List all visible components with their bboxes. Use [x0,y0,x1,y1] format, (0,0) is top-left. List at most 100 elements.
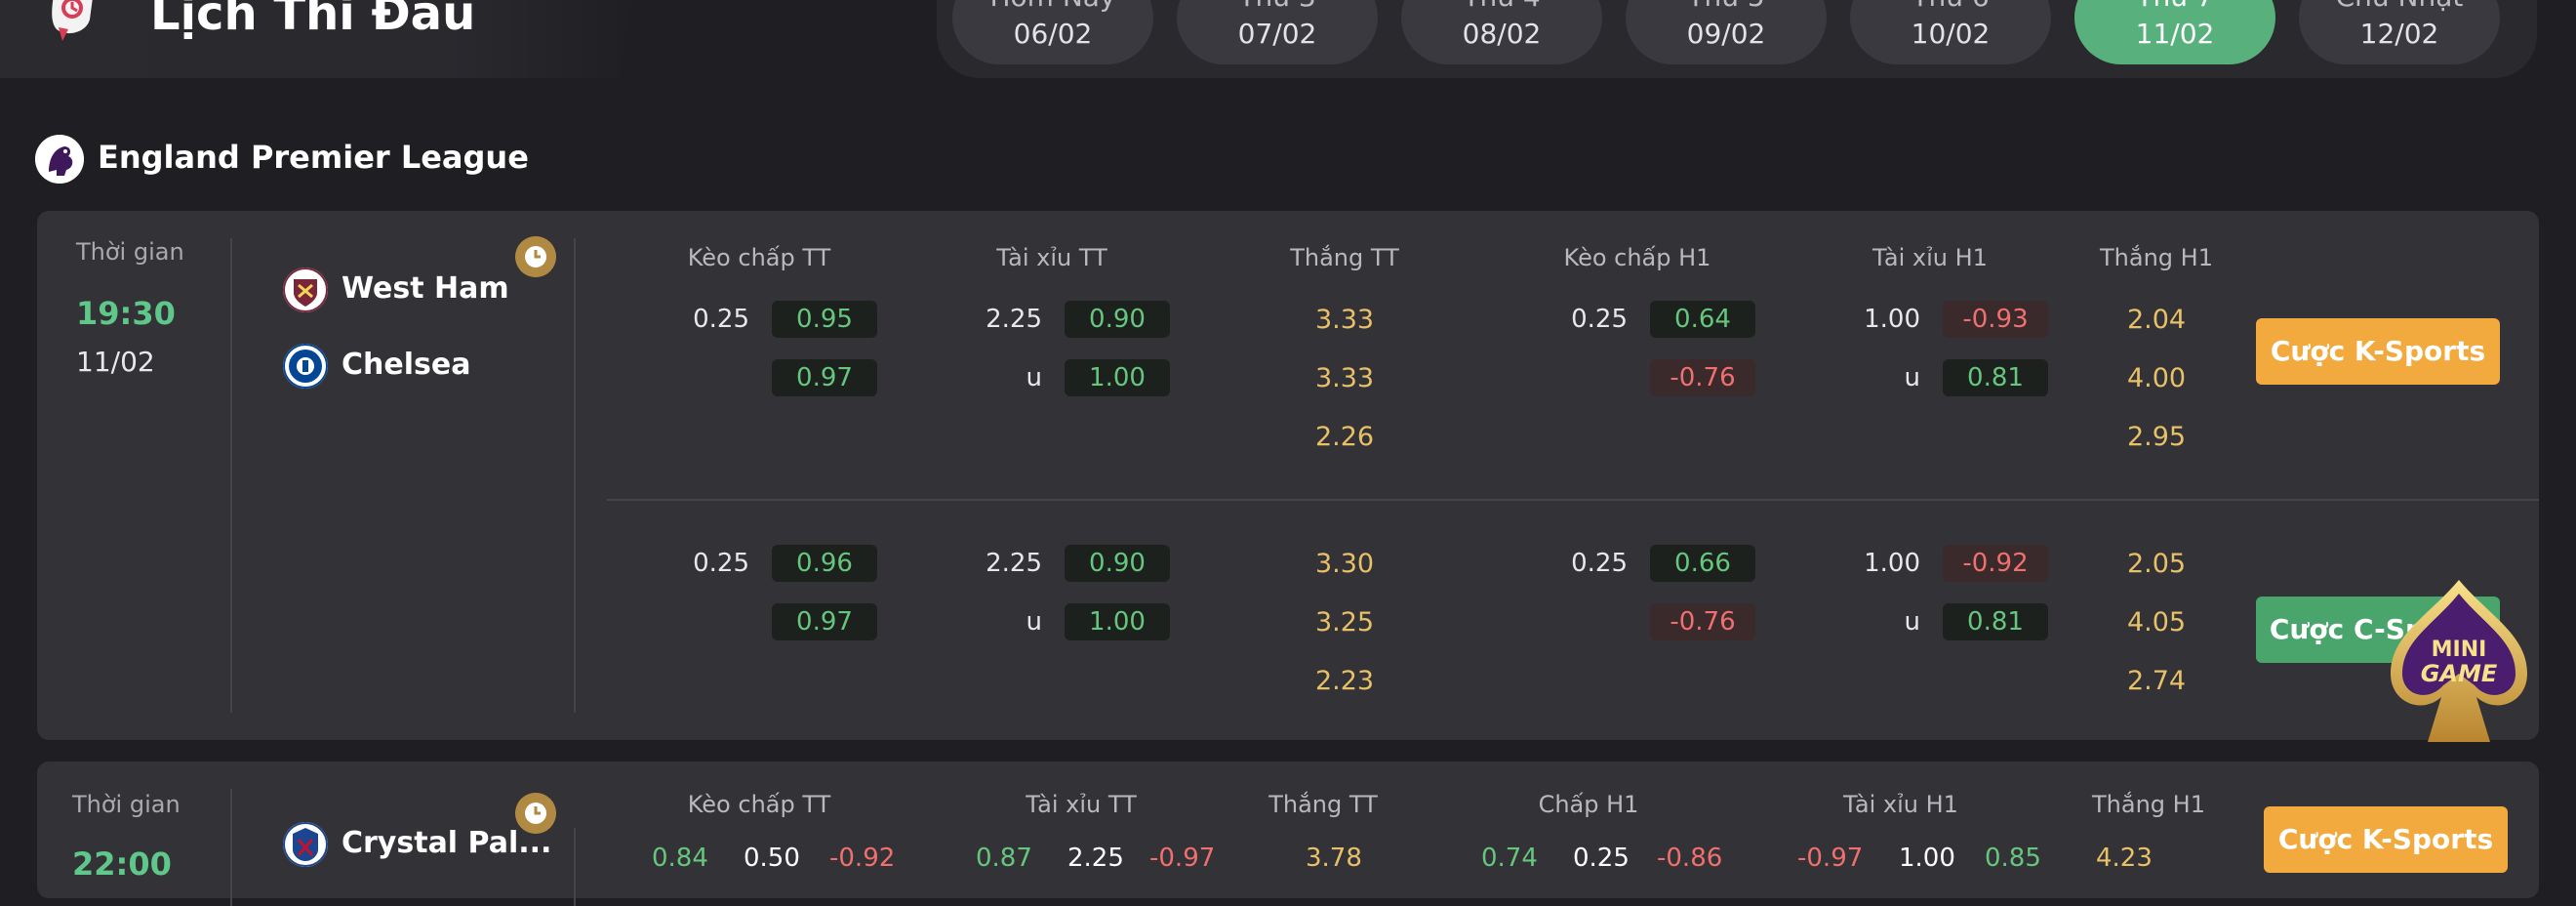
clock-icon[interactable] [515,236,556,277]
row-divider [607,499,2539,501]
odds-button[interactable]: 0.97 [772,359,877,396]
col-header-handicap-h1: Kèo chấp H1 [1563,244,1711,271]
date-pill-sun[interactable]: Chủ Nhật 12/02 [2299,0,2500,64]
odds-button[interactable]: -0.92 [1943,545,2048,582]
clock-icon[interactable] [515,793,556,834]
col-header-handicap-ft: Kèo chấp TT [687,791,831,818]
odds-button[interactable]: 0.97 [772,603,877,640]
mini-game-spade-icon[interactable]: MINI GAME [2381,576,2537,752]
col-header-overunder-ft: Tài xỉu TT [996,244,1107,271]
odds-value[interactable]: 0.84 [652,844,708,873]
date-pill-wed[interactable]: Thứ 4 08/02 [1401,0,1602,64]
date-pill-day: Thứ 7 [2074,0,2275,12]
home-team-name[interactable]: Crystal Pal... [342,826,551,860]
col-header-overunder-h1: Tài xỉu H1 [1843,791,1958,818]
odds-button[interactable]: 0.81 [1943,359,2048,396]
odds-value[interactable]: -0.97 [1797,844,1863,873]
odds-button[interactable]: 0.90 [1065,301,1170,338]
total-line: 2.25 [986,305,1042,334]
odds-button[interactable]: -0.76 [1650,603,1755,640]
odds-value[interactable]: -0.92 [829,844,895,873]
win-odds[interactable]: 3.25 [1291,607,1398,638]
handicap-line: 0.25 [1573,844,1630,873]
odds-button[interactable]: -0.76 [1650,359,1755,396]
date-pill-day: Thứ 4 [1401,0,1602,12]
time-label: Thời gian [76,238,184,266]
date-pill-today[interactable]: Hôm Nay 06/02 [952,0,1153,64]
odds-button[interactable]: 1.00 [1065,603,1170,640]
col-header-handicap-h1: Chấp H1 [1538,791,1639,818]
win-odds[interactable]: 2.26 [1291,422,1398,452]
win-odds[interactable]: 4.23 [2096,844,2153,873]
odds-button[interactable]: 0.81 [1943,603,2048,640]
win-odds[interactable]: 2.04 [2103,305,2210,335]
league-name: England Premier League [98,139,529,176]
win-odds[interactable]: 4.05 [2103,607,2210,638]
kickoff-date: 11/02 [76,346,155,378]
odds-button[interactable]: 1.00 [1065,359,1170,396]
mini-game-text-2: GAME [2421,660,2498,687]
date-pill-day: Thứ 3 [1177,0,1378,12]
handicap-line: 0.25 [693,549,749,578]
total-line: 1.00 [1899,844,1955,873]
date-pill-tue[interactable]: Thứ 3 07/02 [1177,0,1378,64]
win-odds[interactable]: 4.00 [2103,363,2210,393]
col-header-win-ft: Thắng TT [1290,244,1399,271]
odds-button[interactable]: 0.95 [772,301,877,338]
page-title: Lịch Thi Đấu [150,0,476,41]
west-ham-crest-icon [283,268,328,312]
date-pill-date: 12/02 [2359,18,2439,50]
win-odds[interactable]: 2.95 [2103,422,2210,452]
date-pill-date: 11/02 [2135,18,2215,50]
win-odds[interactable]: 2.05 [2103,549,2210,579]
odds-button[interactable]: 0.66 [1650,545,1755,582]
date-pill-thu[interactable]: Thứ 5 09/02 [1626,0,1827,64]
under-label: u [1026,363,1042,392]
handicap-line: 0.50 [744,844,800,873]
time-label: Thời gian [72,791,181,818]
win-odds[interactable]: 3.78 [1306,844,1362,873]
match-card-west-ham-chelsea: Thời gian 19:30 11/02 West Ham Chelsea K… [37,211,2539,740]
crystal-palace-crest-icon [283,822,328,867]
odds-value[interactable]: -0.97 [1149,844,1215,873]
date-pill-date: 10/02 [1911,18,1991,50]
handicap-line: 0.25 [693,305,749,334]
under-label: u [1904,363,1920,392]
under-label: u [1026,607,1042,637]
bet-k-sports-button[interactable]: Cược K-Sports [2264,806,2508,873]
odds-value[interactable]: 0.87 [976,844,1032,873]
mini-game-text-1: MINI [2432,638,2487,662]
win-odds[interactable]: 2.74 [2103,666,2210,696]
odds-button[interactable]: 0.64 [1650,301,1755,338]
date-pill-fri[interactable]: Thứ 6 10/02 [1850,0,2051,64]
date-pill-day: Chủ Nhật [2299,0,2500,12]
bet-k-sports-button[interactable]: Cược K-Sports [2256,318,2500,385]
date-pill-date: 06/02 [1013,18,1093,50]
date-pill-date: 09/02 [1686,18,1766,50]
win-odds[interactable]: 3.30 [1291,549,1398,579]
kickoff-time: 22:00 [72,845,172,883]
kickoff-time: 19:30 [76,295,176,332]
win-odds[interactable]: 2.23 [1291,666,1398,696]
odds-button[interactable]: -0.93 [1943,301,2048,338]
date-pill-date: 07/02 [1237,18,1317,50]
odds-value[interactable]: -0.86 [1657,844,1722,873]
date-pill-day: Thứ 6 [1850,0,2051,12]
date-pill-sat-active[interactable]: Thứ 7 11/02 [2074,0,2275,64]
col-header-win-ft: Thắng TT [1268,791,1378,818]
col-header-overunder-h1: Tài xỉu H1 [1872,244,1988,271]
home-team-name[interactable]: West Ham [342,271,509,306]
total-line: 1.00 [1864,549,1920,578]
odds-value[interactable]: 0.74 [1481,844,1538,873]
divider [230,789,232,906]
win-odds[interactable]: 3.33 [1291,305,1398,335]
handicap-line: 0.25 [1571,305,1628,334]
away-team-name[interactable]: Chelsea [342,348,470,382]
under-label: u [1904,607,1920,637]
divider [230,238,232,713]
odds-value[interactable]: 0.85 [1985,844,2041,873]
match-card-crystal-palace: Thời gian 22:00 Crystal Pal... Kèo chấp … [37,762,2539,906]
win-odds[interactable]: 3.33 [1291,363,1398,393]
odds-button[interactable]: 0.96 [772,545,877,582]
odds-button[interactable]: 0.90 [1065,545,1170,582]
